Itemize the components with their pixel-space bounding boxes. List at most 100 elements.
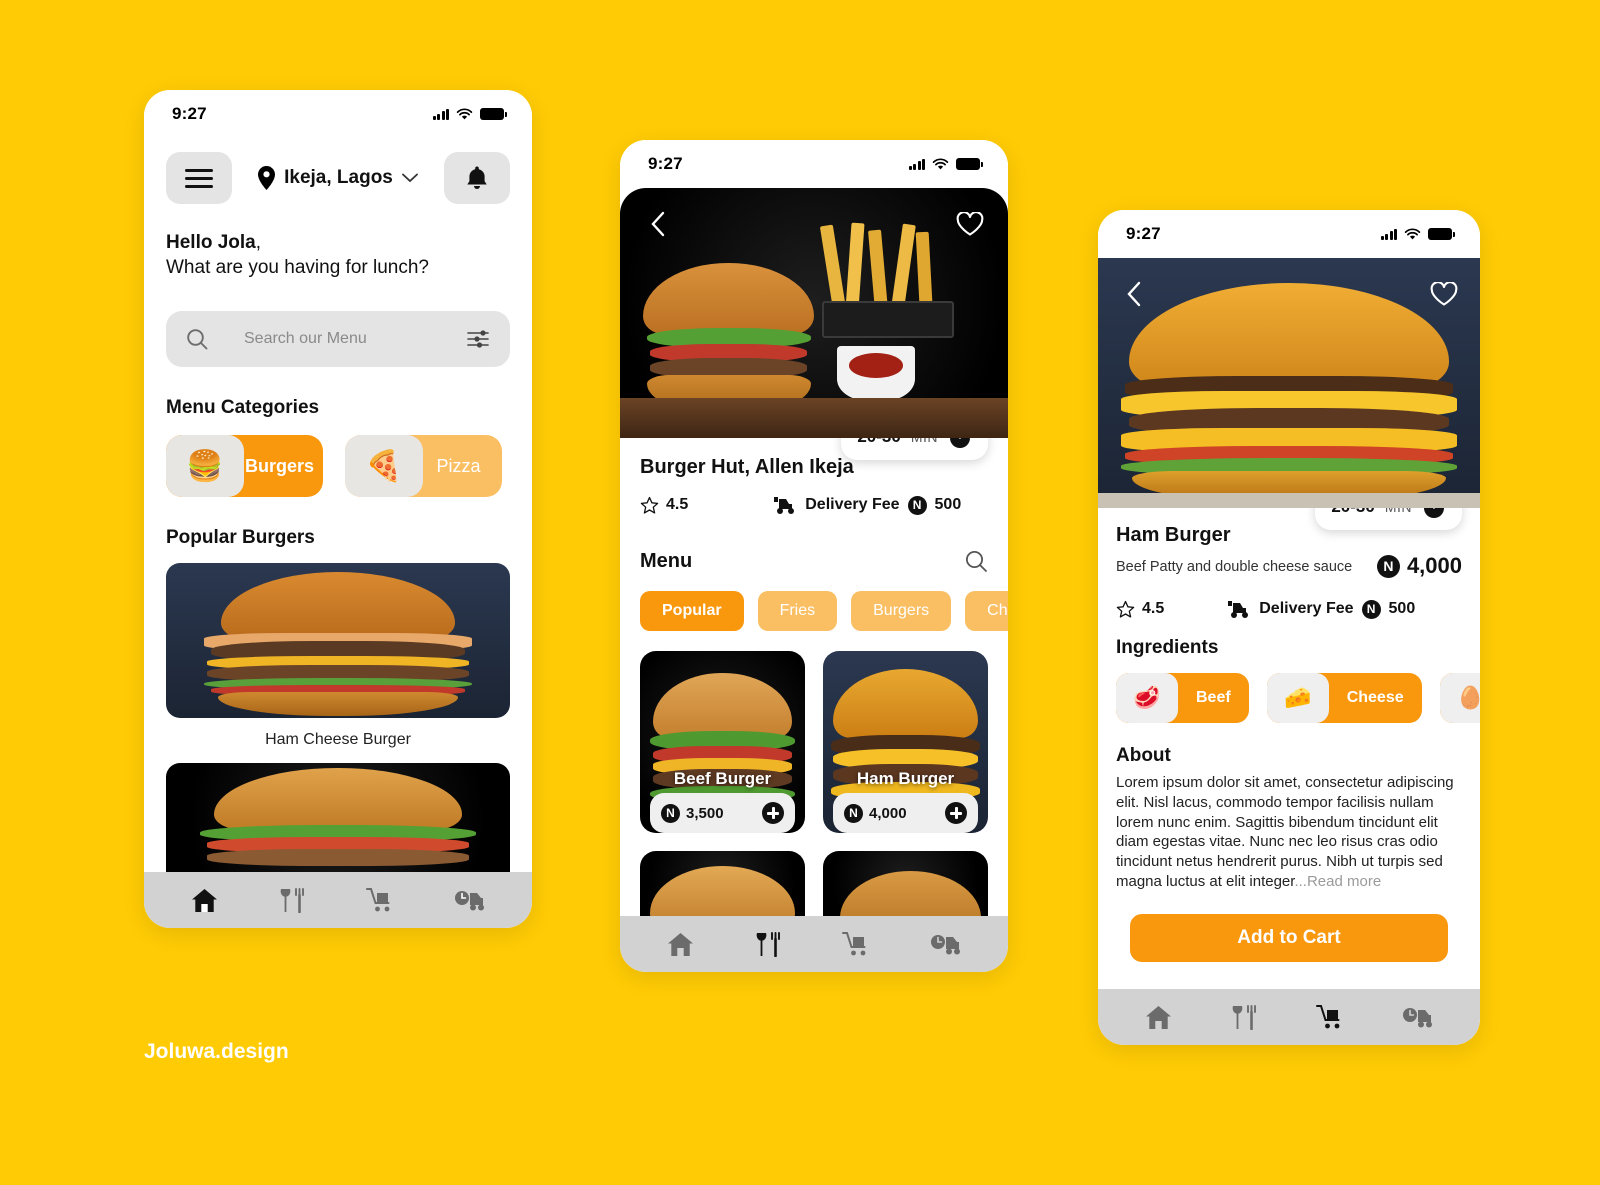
menu-tab-list: Popular Fries Burgers Cheese: [640, 591, 1008, 631]
tab-popular[interactable]: Popular: [640, 591, 744, 631]
nav-delivery-button[interactable]: [930, 932, 961, 957]
star-outline-icon: [640, 496, 659, 514]
notifications-button[interactable]: [444, 152, 510, 204]
cart-icon: [365, 887, 390, 911]
search-icon[interactable]: [964, 549, 988, 573]
delivery-truck-icon: [454, 890, 484, 910]
tab-fries[interactable]: Fries: [757, 591, 838, 631]
menu-header: Menu: [640, 549, 988, 573]
read-more-link[interactable]: ...Read more: [1294, 873, 1381, 890]
bottom-navigation: [620, 916, 1008, 972]
search-bar[interactable]: Search our Menu: [166, 311, 510, 367]
food-card-partial[interactable]: [640, 851, 805, 916]
signal-icon: [908, 158, 925, 170]
rating: 4.5: [1116, 600, 1164, 619]
naira-icon: N: [661, 803, 680, 823]
pizza-emoji-icon: 🍕: [345, 435, 423, 497]
nav-home-button[interactable]: [667, 932, 694, 957]
back-button[interactable]: [640, 206, 676, 242]
about-body: Lorem ipsum dolor sit amet, consectetur …: [1116, 774, 1454, 890]
nav-delivery-button[interactable]: [454, 888, 485, 913]
favorite-button[interactable]: [952, 206, 988, 242]
popular-burger-card-2[interactable]: [166, 763, 510, 872]
popular-burgers-title: Popular Burgers: [166, 527, 315, 548]
price-value: 4,000: [869, 804, 907, 822]
signal-icon: [1380, 228, 1397, 240]
star-outline-icon: [1116, 600, 1135, 618]
food-card-beef-burger[interactable]: Beef Burger N 3,500: [640, 651, 805, 833]
food-price: N 3,500: [661, 803, 724, 823]
category-chip-burgers[interactable]: 🍔 Burgers: [166, 435, 323, 497]
popular-burger-name: Ham Cheese Burger: [265, 731, 411, 748]
status-bar: 9:27: [1098, 210, 1480, 258]
nav-cart-button[interactable]: [841, 931, 871, 957]
ingredient-chip-beef[interactable]: 🥩 Beef: [1116, 673, 1249, 723]
rating: 4.5: [640, 496, 688, 515]
add-to-cart-icon-button[interactable]: [762, 802, 784, 824]
stopwatch-icon: [950, 438, 970, 448]
menu-title: Menu: [640, 549, 693, 572]
bottom-navigation: [1098, 989, 1480, 1045]
delivery-time-value: 20-30: [857, 438, 900, 447]
cheese-emoji-icon: 🧀: [1266, 673, 1329, 723]
nav-cart-button[interactable]: [365, 887, 395, 913]
designer-watermark: Joluwa.design: [144, 1040, 289, 1063]
cart-icon: [1316, 1004, 1340, 1028]
nav-home-button[interactable]: [191, 888, 218, 913]
home-icon: [1145, 1005, 1171, 1029]
home-icon: [668, 932, 694, 956]
ingredient-chip-cheese[interactable]: 🧀 Cheese: [1266, 673, 1422, 723]
hamburger-menu-button[interactable]: [166, 152, 232, 204]
delivery-fee-label: Delivery Fee: [1259, 600, 1354, 617]
location-pin-icon: [258, 166, 276, 190]
nav-delivery-button[interactable]: [1402, 1005, 1433, 1030]
naira-icon: N: [907, 495, 927, 515]
phone-product-detail-screen: 9:27 Ham Burger Beef Patty and double ch…: [1098, 210, 1480, 1045]
product-description: Beef Patty and double cheese sauce: [1116, 559, 1353, 575]
burger-emoji-icon: 🍔: [166, 435, 244, 497]
delivery-time-badge: 20-30 MIN: [1315, 508, 1462, 530]
wifi-icon: [456, 107, 473, 119]
delivery-truck-icon: [1403, 1007, 1433, 1027]
product-price: N 4,000: [1376, 553, 1462, 579]
ham-burger-photo: [1098, 258, 1480, 508]
delivery-time-unit: MIN: [911, 438, 938, 445]
add-to-cart-icon-button[interactable]: [945, 802, 967, 824]
add-to-cart-button[interactable]: Add to Cart: [1130, 913, 1448, 962]
category-label: Burgers: [244, 455, 315, 476]
restaurant-hero-image: [620, 188, 1008, 438]
back-button[interactable]: [1116, 276, 1152, 312]
restaurant-meta: 4.5 Delivery Fee N 500: [640, 495, 988, 515]
hamburger-menu-icon: [185, 168, 213, 188]
filter-sliders-icon[interactable]: [466, 329, 490, 349]
tab-burgers[interactable]: Burgers: [851, 591, 952, 631]
status-bar: 9:27: [620, 140, 1008, 188]
location-selector[interactable]: Ikeja, Lagos: [258, 166, 418, 190]
signal-icon: [432, 108, 449, 120]
category-chip-pizza[interactable]: 🍕 Pizza: [345, 435, 502, 497]
price-value: 4,000: [1406, 553, 1462, 578]
nav-menu-button[interactable]: [277, 887, 307, 913]
nav-cart-button[interactable]: [1316, 1004, 1345, 1030]
food-card-partial[interactable]: [823, 851, 988, 916]
popular-burger-card[interactable]: [166, 563, 510, 718]
food-card-ham-burger[interactable]: Ham Burger N 4,000: [823, 651, 988, 833]
nav-menu-button[interactable]: [753, 931, 783, 957]
heart-outline-icon: [956, 211, 984, 236]
bell-icon: [467, 166, 487, 189]
greeting-line-1: Hello Jola,: [166, 232, 262, 253]
scooter-icon: [774, 497, 795, 514]
food-item-grid: Beef Burger N 3,500 Ham Burger N 4,000: [640, 651, 988, 916]
delivery-fee-value: 500: [934, 496, 962, 513]
ingredient-chip-egg[interactable]: 🥚 Egg: [1439, 673, 1480, 723]
tab-cheese[interactable]: Cheese: [965, 591, 1008, 631]
stopwatch-icon: [1424, 508, 1444, 518]
search-input[interactable]: Search our Menu: [222, 330, 452, 348]
favorite-button[interactable]: [1426, 276, 1462, 312]
home-content: Ikeja, Lagos Hello Jola, What are you ha…: [144, 138, 532, 872]
nav-menu-button[interactable]: [1229, 1004, 1259, 1030]
location-label: Ikeja, Lagos: [284, 167, 393, 188]
meat-emoji-icon: 🥩: [1116, 673, 1178, 723]
product-meta: 4.5 Delivery Fee N 500: [1116, 599, 1462, 619]
nav-home-button[interactable]: [1145, 1005, 1172, 1030]
